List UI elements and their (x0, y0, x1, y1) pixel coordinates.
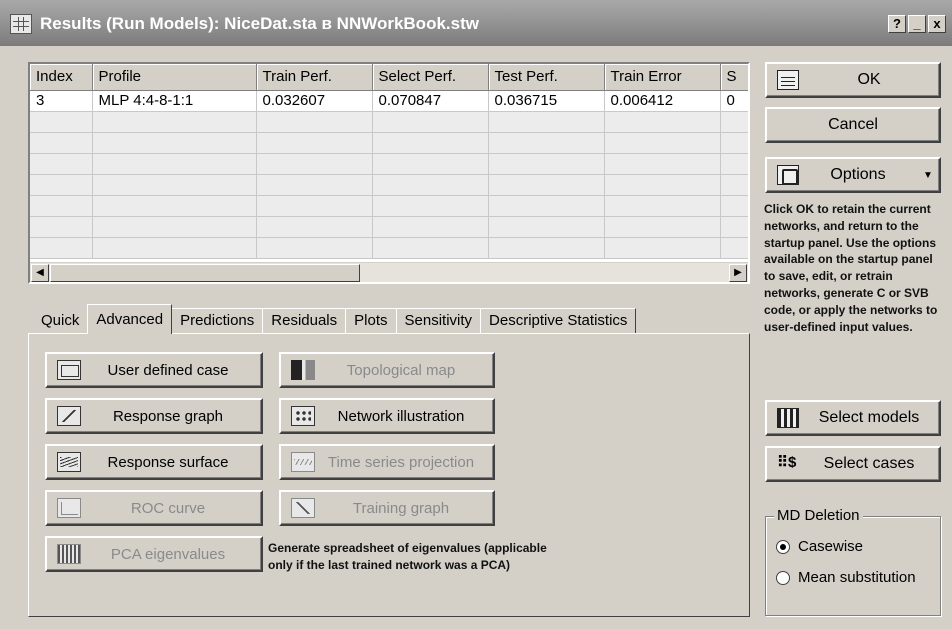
results-table: Index Profile Train Perf. Select Perf. T… (30, 64, 748, 259)
md-deletion-group: MD Deletion Casewise Mean substitution (765, 507, 941, 616)
tab-descriptive-statistics[interactable]: Descriptive Statistics (480, 308, 637, 334)
ok-icon (777, 70, 799, 90)
roc-curve-icon (57, 498, 81, 518)
tab-plots[interactable]: Plots (345, 308, 397, 334)
tab-strip: Quick Advanced Predictions Residuals Plo… (32, 304, 637, 334)
training-graph-button[interactable]: Training graph (279, 490, 495, 526)
column-header[interactable]: Train Perf. (256, 64, 373, 91)
response-surface-button[interactable]: Response surface (45, 444, 263, 480)
radio-button[interactable] (776, 571, 790, 585)
pca-note: Generate spreadsheet of eigenvalues (app… (268, 541, 547, 572)
md-deletion-title: MD Deletion (774, 507, 863, 524)
topological-map-icon (291, 360, 315, 380)
mean-substitution-label: Mean substitution (798, 569, 916, 586)
tab-sensitivity[interactable]: Sensitivity (395, 308, 482, 334)
pca-icon (57, 544, 81, 564)
surface-icon (57, 452, 81, 472)
casewise-radio[interactable]: Casewise (776, 537, 863, 557)
table-cell[interactable]: 0.070847 (372, 90, 489, 112)
select-cases-button[interactable]: ⠿$ Select cases (765, 446, 941, 482)
help-button[interactable]: ? (888, 15, 906, 33)
empty-row (30, 195, 748, 217)
window-title: Results (Run Models): NiceDat.sta в NNWo… (40, 14, 479, 33)
graph-icon (57, 406, 81, 426)
horizontal-scrollbar[interactable]: ◀ ▶ (30, 262, 748, 282)
results-grid[interactable]: Index Profile Train Perf. Select Perf. T… (28, 62, 750, 284)
empty-row (30, 153, 748, 175)
column-header[interactable]: S (720, 64, 748, 91)
window-controls: ? _ x (888, 15, 946, 33)
grid-header-row: Index Profile Train Perf. Select Perf. T… (30, 64, 748, 91)
table-cell[interactable]: 0 (720, 90, 748, 112)
response-graph-button[interactable]: Response graph (45, 398, 263, 434)
ok-button[interactable]: OK (765, 62, 941, 98)
tab-predictions[interactable]: Predictions (171, 308, 264, 334)
help-text: Click OK to retain the current networks,… (764, 202, 938, 334)
select-models-icon (777, 408, 799, 428)
empty-row (30, 132, 748, 154)
scroll-right-button[interactable]: ▶ (729, 264, 747, 282)
empty-row (30, 237, 748, 259)
column-header[interactable]: Profile (92, 64, 257, 91)
column-header[interactable]: Train Error (604, 64, 721, 91)
radio-button-selected[interactable] (776, 540, 790, 554)
options-icon (777, 165, 799, 185)
user-defined-case-button[interactable]: User defined case (45, 352, 263, 388)
roc-curve-button[interactable]: ROC curve (45, 490, 263, 526)
table-cell[interactable]: 0.036715 (488, 90, 605, 112)
network-icon (291, 406, 315, 426)
pca-eigenvalues-button[interactable]: PCA eigenvalues (45, 536, 263, 572)
mean-substitution-radio[interactable]: Mean substitution (776, 568, 916, 588)
tab-advanced[interactable]: Advanced (87, 304, 173, 334)
table-cell[interactable]: 0.032607 (256, 90, 373, 112)
options-button[interactable]: Options ▼ (765, 157, 941, 193)
topological-map-button[interactable]: Topological map (279, 352, 495, 388)
select-models-button[interactable]: Select models (765, 400, 941, 436)
tab-quick[interactable]: Quick (32, 308, 89, 334)
table-cell[interactable]: 0.006412 (604, 90, 721, 112)
tab-residuals[interactable]: Residuals (262, 308, 347, 334)
cancel-button[interactable]: Cancel (765, 107, 941, 143)
title-bar: Results (Run Models): NiceDat.sta в NNWo… (0, 0, 952, 46)
chevron-down-icon: ▼ (923, 169, 933, 181)
table-cell[interactable]: 3 (30, 90, 93, 112)
empty-row (30, 111, 748, 133)
table-cell[interactable]: MLP 4:4-8-1:1 (92, 90, 257, 112)
empty-row (30, 216, 748, 238)
casewise-label: Casewise (798, 538, 864, 555)
empty-row (30, 174, 748, 196)
time-series-projection-button[interactable]: Time series projection (279, 444, 495, 480)
scroll-thumb[interactable] (50, 264, 360, 282)
spreadsheet-icon[interactable] (10, 14, 32, 34)
scroll-left-button[interactable]: ◀ (31, 264, 49, 282)
column-header[interactable]: Index (30, 64, 93, 91)
time-series-icon (291, 452, 315, 472)
table-row[interactable]: 3 MLP 4:4-8-1:1 0.032607 0.070847 0.0367… (30, 90, 748, 112)
minimize-button[interactable]: _ (908, 15, 926, 33)
column-header[interactable]: Select Perf. (372, 64, 489, 91)
network-illustration-button[interactable]: Network illustration (279, 398, 495, 434)
training-graph-icon (291, 498, 315, 518)
close-button[interactable]: x (928, 15, 946, 33)
select-cases-icon: ⠿$ (777, 454, 797, 471)
column-header[interactable]: Test Perf. (488, 64, 605, 91)
case-icon (57, 360, 81, 380)
